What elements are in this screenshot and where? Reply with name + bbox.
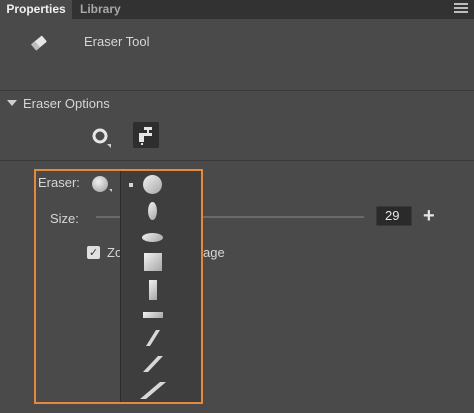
tab-properties[interactable]: Properties (0, 0, 72, 19)
size-input[interactable]: 29 (376, 206, 412, 226)
erase-mode-icon[interactable] (88, 124, 114, 150)
eraser-icon (31, 35, 47, 51)
plus-button[interactable]: + (423, 206, 439, 226)
zoom-label-end: age (203, 245, 225, 260)
options-divider (0, 160, 474, 161)
section-divider (0, 90, 474, 91)
highlight-frame (34, 169, 203, 404)
faucet-icon[interactable] (133, 122, 159, 148)
collapse-arrow-icon[interactable] (7, 100, 17, 106)
tool-name: Eraser Tool (84, 34, 150, 49)
section-title[interactable]: Eraser Options (23, 96, 110, 111)
tab-library[interactable]: Library (80, 0, 121, 19)
panel-menu-icon[interactable] (454, 3, 468, 15)
